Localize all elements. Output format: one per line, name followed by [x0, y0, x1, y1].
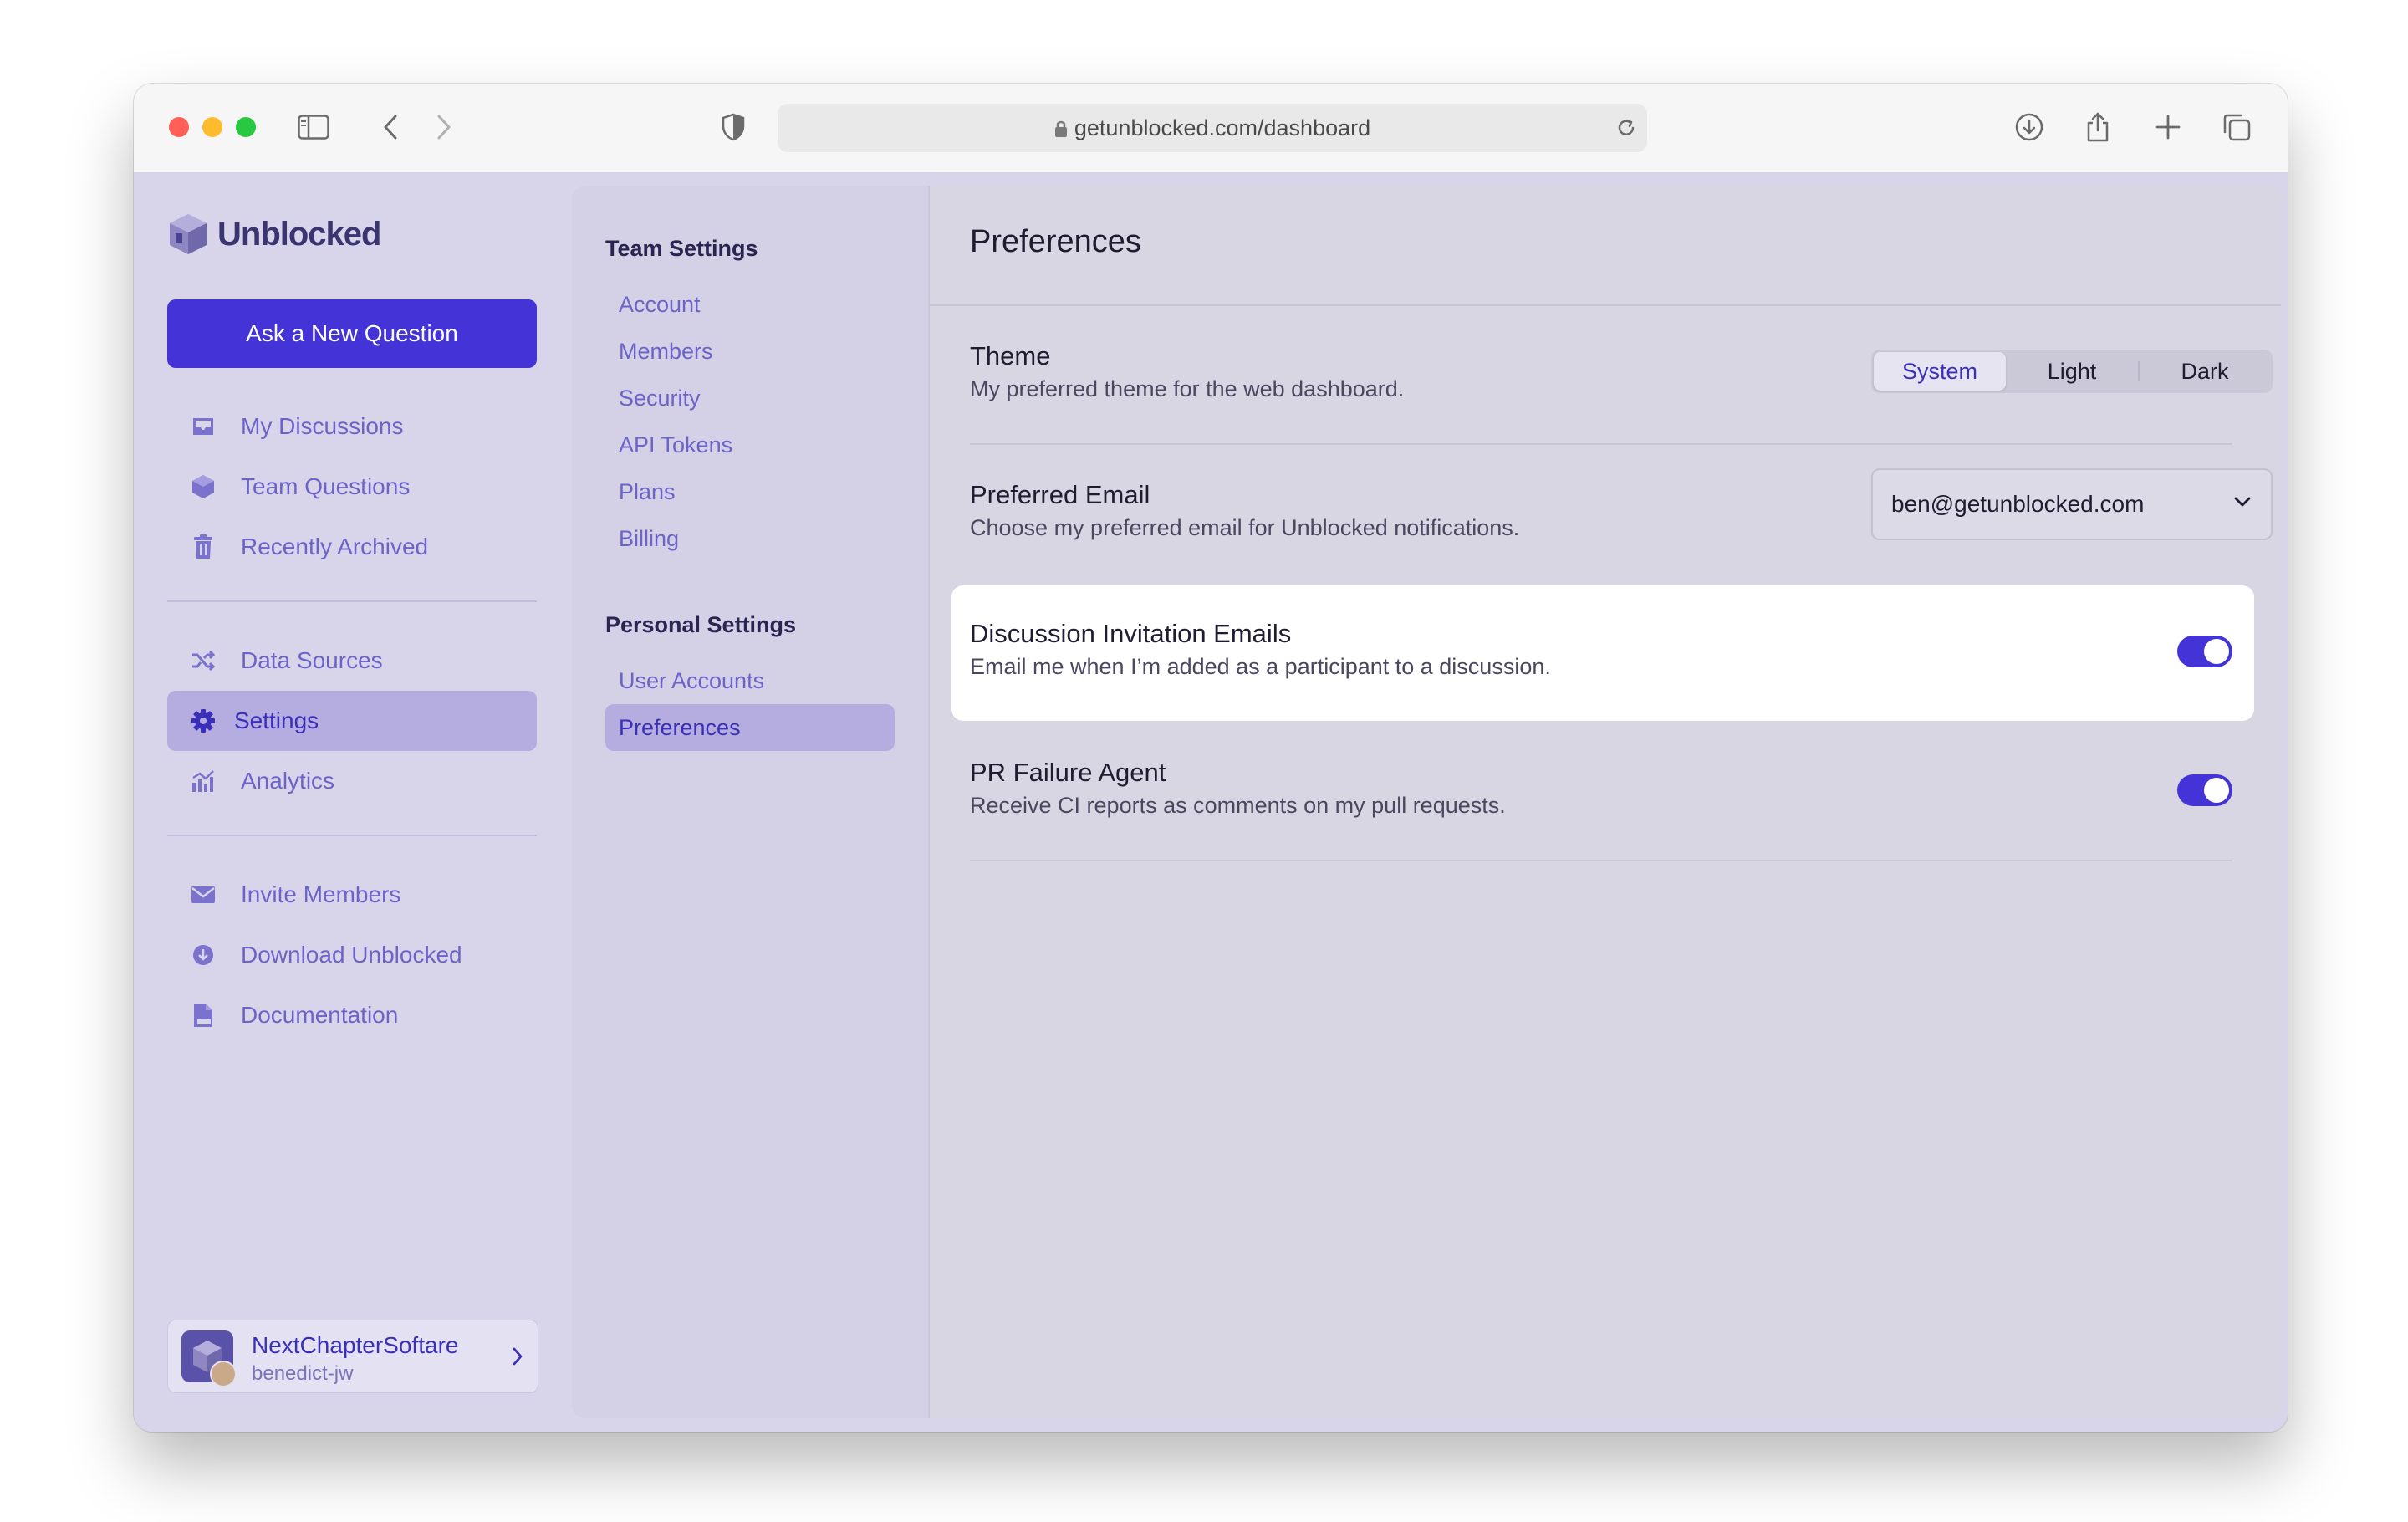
nav-label: Team Questions — [241, 473, 411, 499]
email-description: Choose my preferred email for Unblocked … — [970, 515, 1520, 540]
settings-panel: Team Settings Account Members Security A… — [572, 186, 2281, 1418]
nav-settings[interactable]: Settings — [167, 691, 537, 751]
workspace-switcher[interactable]: NextChapterSoftare benedict-jw — [167, 1320, 538, 1393]
settings-nav-billing[interactable]: Billing — [605, 515, 895, 562]
personal-settings-header: Personal Settings — [605, 612, 797, 637]
user-avatar — [210, 1361, 237, 1387]
page-title: Preferences — [970, 224, 1141, 259]
new-tab-plus-icon[interactable] — [2152, 111, 2184, 143]
nav-label: Documentation — [241, 1002, 399, 1028]
reload-icon[interactable] — [1615, 117, 1637, 143]
nav-label: My Discussions — [241, 413, 404, 439]
preferred-email-value: ben@getunblocked.com — [1891, 491, 2145, 517]
sidebar-toggle-icon[interactable] — [298, 111, 329, 143]
nav-team-questions[interactable]: Team Questions — [167, 457, 537, 517]
gear-icon — [191, 708, 216, 733]
doc-icon — [191, 1003, 216, 1028]
nav-invite-members[interactable]: Invite Members — [167, 865, 537, 925]
invitation-description: Email me when I’m added as a participant… — [970, 654, 1551, 679]
back-arrow-icon[interactable] — [375, 111, 406, 143]
nav-my-discussions[interactable]: My Discussions — [167, 396, 537, 457]
url-text: getunblocked.com/dashboard — [778, 104, 1647, 152]
theme-segmented-control: System Light Dark — [1871, 350, 2273, 393]
theme-option-light[interactable]: Light — [2006, 352, 2138, 391]
app-sidebar: Unblocked Ask a New Question My Discussi… — [134, 172, 569, 1432]
zoom-window-button[interactable] — [236, 117, 256, 137]
team-settings-header: Team Settings — [605, 236, 758, 261]
chart-icon — [191, 769, 216, 794]
preferences-main: Preferences Theme My preferred theme for… — [930, 186, 2281, 1418]
download-icon — [191, 942, 216, 968]
nav-recently-archived[interactable]: Recently Archived — [167, 517, 537, 577]
settings-nav-user-accounts[interactable]: User Accounts — [605, 657, 895, 704]
settings-nav-security[interactable]: Security — [605, 375, 895, 421]
settings-nav-plans[interactable]: Plans — [605, 468, 895, 515]
settings-nav-account[interactable]: Account — [605, 281, 895, 328]
ask-new-question-button[interactable]: Ask a New Question — [167, 299, 537, 368]
theme-description: My preferred theme for the web dashboard… — [970, 376, 1405, 401]
row-divider — [970, 443, 2232, 445]
web-content: Unblocked Ask a New Question My Discussi… — [134, 172, 2288, 1432]
share-icon[interactable] — [2082, 111, 2114, 143]
browser-window: getunblocked.com/dashboard Unblocked Ask… — [134, 84, 2288, 1432]
sidebar-divider — [167, 835, 537, 836]
pr-agent-title: PR Failure Agent — [970, 758, 1166, 787]
nav-label: Invite Members — [241, 881, 401, 907]
email-row: Preferred Email Choose my preferred emai… — [970, 468, 2273, 552]
close-window-button[interactable] — [169, 117, 189, 137]
nav-label: Recently Archived — [241, 534, 429, 559]
logo-text: Unblocked — [217, 215, 381, 253]
inbox-icon — [191, 414, 216, 439]
browser-toolbar: getunblocked.com/dashboard — [134, 84, 2288, 173]
minimize-window-button[interactable] — [202, 117, 222, 137]
lock-icon — [1054, 120, 1067, 137]
nav-label: Analytics — [241, 768, 335, 794]
address-bar[interactable]: getunblocked.com/dashboard — [778, 104, 1647, 152]
invitation-title: Discussion Invitation Emails — [970, 619, 1292, 648]
nav-documentation[interactable]: Documentation — [167, 985, 537, 1045]
privacy-shield-icon[interactable] — [717, 111, 749, 143]
invitation-emails-row: Discussion Invitation Emails Email me wh… — [970, 619, 2232, 686]
app-logo[interactable]: Unblocked — [167, 212, 381, 256]
workspace-username: benedict-jw — [252, 1362, 354, 1385]
theme-row: Theme My preferred theme for the web das… — [970, 341, 2273, 408]
page-header: Preferences — [930, 186, 2281, 306]
trash-icon — [191, 534, 216, 559]
downloads-icon[interactable] — [2013, 111, 2045, 143]
unblocked-logo-icon — [170, 214, 207, 254]
theme-title: Theme — [970, 341, 1051, 370]
chevron-down-icon — [2232, 495, 2252, 513]
nav-analytics[interactable]: Analytics — [167, 751, 537, 811]
sidebar-divider — [167, 600, 537, 602]
nav-label: Download Unblocked — [241, 942, 462, 968]
settings-nav-api-tokens[interactable]: API Tokens — [605, 421, 895, 468]
cube-icon — [191, 474, 216, 499]
nav-data-sources[interactable]: Data Sources — [167, 631, 537, 691]
pr-failure-agent-toggle[interactable] — [2177, 774, 2232, 806]
tab-overview-icon[interactable] — [2221, 111, 2252, 143]
forward-arrow-icon[interactable] — [428, 111, 460, 143]
nav-label: Data Sources — [241, 647, 383, 673]
workspace-name: NextChapterSoftare — [252, 1332, 459, 1358]
nav-label: Settings — [234, 707, 319, 733]
invitation-emails-toggle[interactable] — [2177, 636, 2232, 667]
row-divider — [970, 860, 2232, 861]
preferred-email-select[interactable]: ben@getunblocked.com — [1871, 468, 2273, 540]
theme-option-system[interactable]: System — [1874, 352, 2006, 391]
chevron-right-icon — [511, 1346, 524, 1371]
settings-nav-members[interactable]: Members — [605, 328, 895, 375]
nav-download-unblocked[interactable]: Download Unblocked — [167, 925, 537, 985]
mail-icon — [191, 882, 216, 907]
theme-option-dark[interactable]: Dark — [2140, 352, 2270, 391]
settings-nav-preferences[interactable]: Preferences — [605, 704, 895, 751]
pr-failure-agent-row: PR Failure Agent Receive CI reports as c… — [970, 758, 2232, 825]
email-title: Preferred Email — [970, 480, 1150, 509]
settings-nav: Team Settings Account Members Security A… — [572, 186, 930, 1418]
pr-agent-description: Receive CI reports as comments on my pul… — [970, 793, 1506, 818]
shuffle-icon — [191, 648, 216, 673]
